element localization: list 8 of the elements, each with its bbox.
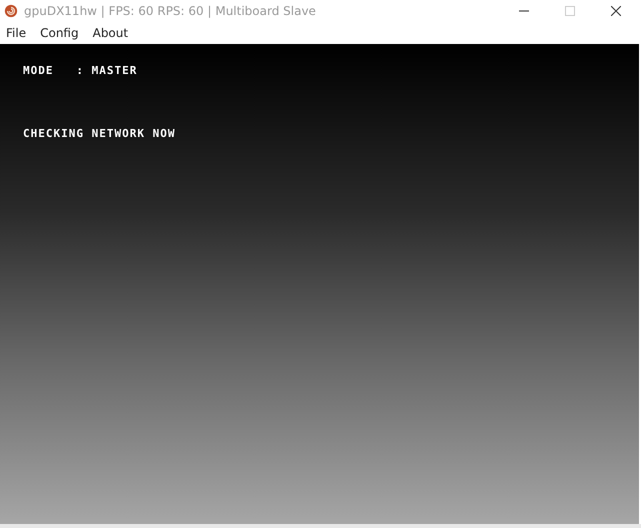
screen-text: CHECKING NETWORK NOW: [23, 127, 176, 140]
menu-item[interactable]: Config: [40, 26, 79, 40]
window-title: gpuDX11hw | FPS: 60 RPS: 60 | Multiboard Slave: [24, 4, 316, 18]
menu-item[interactable]: About: [92, 26, 128, 40]
app-icon: [4, 4, 18, 18]
close-icon[interactable]: [611, 6, 621, 16]
screen-text: MODE : MASTER: [23, 64, 138, 77]
menu-item[interactable]: File: [6, 26, 26, 40]
